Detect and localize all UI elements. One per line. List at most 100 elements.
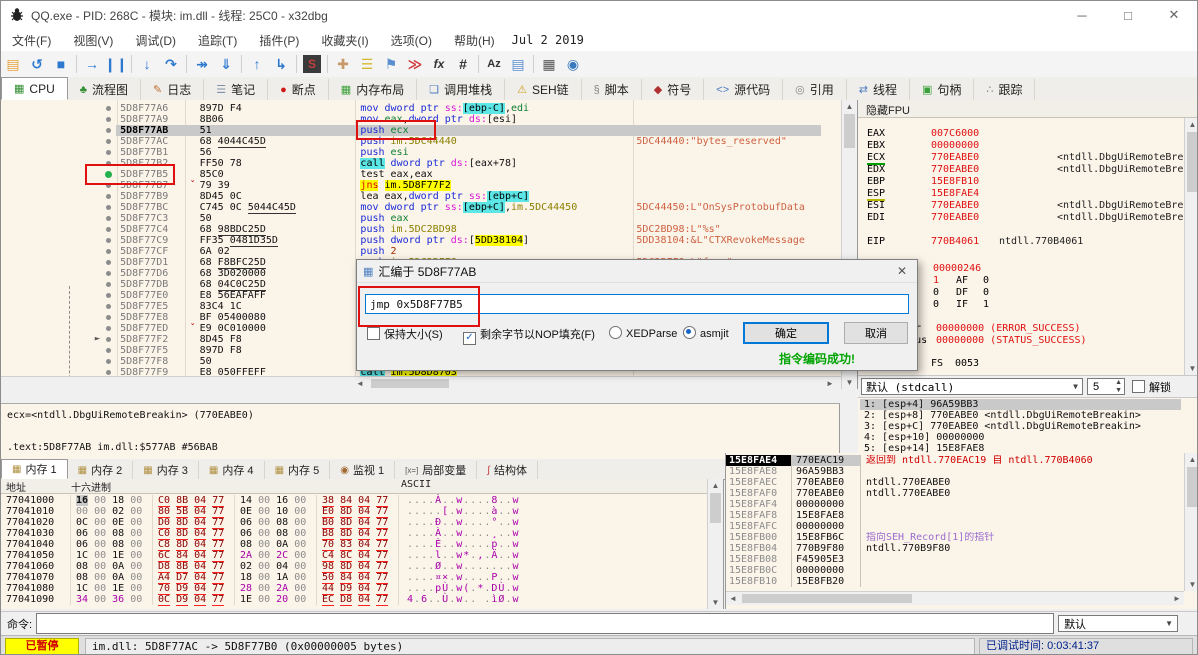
hide-fpu-header[interactable]: 隐藏FPU — [858, 100, 1197, 118]
minimize-button[interactable]: ─ — [1059, 1, 1105, 29]
dialog-close-icon[interactable]: ✕ — [887, 264, 917, 278]
comments-icon[interactable]: ☰ — [355, 53, 379, 75]
disasm-row[interactable]: 5D8F77BC C745 0C 5044C45D mov dword ptr ss… — [1, 202, 821, 214]
stack-row[interactable]: 15E8FB00 15E8FB6C 指向SEH_Record[1]的指针 — [726, 532, 1184, 543]
tab-SEH链[interactable]: ⚠ SEH链 — [505, 79, 582, 100]
pause-icon[interactable]: ❙❙ — [104, 53, 128, 75]
instruction-dot-icon[interactable] — [106, 271, 112, 276]
dump-row[interactable]: 77041000 16 00 18 00 C0 8B 04 77 14 00 16 0… — [1, 495, 707, 507]
instruction-dot-icon[interactable] — [106, 106, 112, 111]
stack-row[interactable]: 15E8FAE4 770EAC19 返回到 ntdll.770EAC19 自 ntd… — [726, 455, 1184, 466]
calculator-icon[interactable]: ▦ — [537, 53, 561, 75]
instruction-dot-icon[interactable] — [106, 337, 112, 342]
instruction-dot-icon[interactable] — [106, 227, 112, 232]
argument-row[interactable]: 1: [esp+4] 96A59BB3 — [860, 399, 1181, 410]
instruction-dot-icon[interactable] — [106, 315, 112, 320]
calling-convention-select[interactable]: 默认 (stdcall) ▼ — [861, 378, 1083, 395]
instruction-dot-icon[interactable] — [106, 249, 112, 254]
stack-hscrollbar[interactable]: ◄ ► — [726, 591, 1184, 605]
dump-row[interactable]: 77041020 0C 00 0E 00 D0 8D 04 77 06 00 08 0… — [1, 517, 707, 529]
dump-row[interactable]: 77041080 1C 00 1E 00 70 D9 04 77 28 00 2A 0… — [1, 583, 707, 595]
tab-CPU[interactable]: ▦ CPU — [1, 77, 68, 100]
register-name[interactable]: EDX — [867, 164, 885, 175]
tab-句柄[interactable]: ▣ 句柄 — [910, 79, 975, 100]
run-to-selection-icon[interactable]: ↠ — [190, 53, 214, 75]
dump-row[interactable]: 77041040 06 00 08 00 C8 8D 04 77 08 00 0A 0… — [1, 539, 707, 551]
tab-符号[interactable]: ◆ 符号 — [642, 79, 705, 100]
run-until-return-icon[interactable]: ↑ — [245, 53, 269, 75]
dump-row[interactable]: 77041030 06 00 08 00 C0 8D 04 77 06 00 08 0… — [1, 528, 707, 540]
tab-结构体[interactable]: ∫ 结构体 — [477, 461, 538, 479]
stack-row[interactable]: 15E8FB08 F45905E3 — [726, 554, 1184, 565]
registers-vscrollbar[interactable]: ▲ ▼ — [1184, 118, 1197, 375]
trace-icon[interactable]: ≫ — [403, 53, 427, 75]
disasm-row[interactable]: 5D8F77B9 8D45 0C lea eax,dword ptr ss:[ebp… — [1, 191, 821, 202]
tab-局部变量[interactable]: [x=] 局部变量 — [395, 461, 478, 479]
instruction-dot-icon[interactable] — [106, 238, 112, 243]
step-out-icon[interactable]: ⇓ — [214, 53, 238, 75]
instruction-dot-icon[interactable] — [106, 348, 112, 353]
register-name[interactable]: EBX — [867, 140, 885, 151]
tab-流程图[interactable]: ♣ 流程图 — [68, 79, 141, 100]
disasm-row[interactable]: 5D8F77CF 6A 02 push 2 — [1, 246, 821, 257]
maximize-button[interactable]: □ — [1105, 1, 1151, 29]
menu-item-d[interactable]: 调试(D) — [124, 32, 187, 49]
stack-row[interactable]: 15E8FB10 15E8FB20 — [726, 576, 1184, 587]
tab-笔记[interactable]: ☰ 笔记 — [204, 79, 269, 100]
disasm-row[interactable]: 5D8F77A6 897D F4 mov dword ptr ss:[ebp-C],… — [1, 103, 821, 114]
stack-row[interactable]: 15E8FB0C 00000000 — [726, 565, 1184, 576]
dump-row[interactable]: 77041060 08 00 0A 00 D8 8B 04 77 02 00 04 0… — [1, 561, 707, 573]
tab-线程[interactable]: ⇄ 线程 — [847, 79, 911, 100]
instruction-dot-icon[interactable] — [106, 260, 112, 265]
register-value[interactable]: 00000000 — [931, 140, 979, 151]
tab-内存 2[interactable]: ▦ 内存 2 — [68, 461, 134, 479]
disasm-row[interactable]: 5D8F77C3 50 push eax — [1, 213, 821, 224]
nop-fill-checkbox[interactable]: ✓ 剩余字节以NOP填充(F) — [463, 326, 595, 345]
stack-row[interactable]: 15E8FAF4 00000000 — [726, 499, 1184, 510]
favourites-icon[interactable]: ⚑ — [379, 53, 403, 75]
dump-vscrollbar[interactable]: ▲ ▼ — [707, 479, 723, 609]
arg-count-spinner[interactable]: 5 ▲ ▼ — [1087, 378, 1125, 395]
string-references-icon[interactable]: fx — [427, 53, 451, 75]
argument-row[interactable]: 3: [esp+C] 770EABE0 <ntdll.DbgUiRemoteBr… — [860, 421, 1181, 432]
menu-item-p[interactable]: 插件(P) — [248, 32, 310, 49]
tab-跟踪[interactable]: ∴ 跟踪 — [974, 79, 1036, 100]
step-into-icon[interactable]: ↓ — [135, 53, 159, 75]
tab-内存 5[interactable]: ▦ 内存 5 — [265, 461, 331, 479]
stack-vscrollbar[interactable]: ▲ ▼ — [1184, 453, 1197, 591]
scylla-icon[interactable]: S — [303, 55, 321, 73]
run-to-user-code-icon[interactable]: ↳ — [269, 53, 293, 75]
instruction-dot-icon[interactable] — [106, 293, 112, 298]
tab-调用堆栈[interactable]: ❏ 调用堆栈 — [417, 79, 506, 100]
instruction-dot-icon[interactable] — [106, 326, 112, 331]
disasm-row[interactable]: 5D8F77C4 68 98BDC25D push im.5DC2BD98 5DC2B… — [1, 224, 821, 236]
keep-size-checkbox[interactable]: 保持大小(S) — [367, 326, 443, 342]
stack-row[interactable]: 15E8FAFC 00000000 — [726, 521, 1184, 532]
tab-断点[interactable]: ● 断点 — [268, 79, 329, 100]
stack-row[interactable]: 15E8FAE8 96A59BB3 — [726, 466, 1184, 477]
stack-row[interactable]: 15E8FAEC 770EABE0 ntdll.770EABE0 — [726, 477, 1184, 488]
xedparse-radio[interactable]: XEDParse — [609, 326, 677, 340]
instruction-dot-icon[interactable] — [106, 139, 112, 144]
dump-row[interactable]: 77041090 34 00 36 00 0C D9 04 77 1E 00 20 0… — [1, 594, 707, 606]
close-button[interactable]: ✕ — [1151, 1, 1197, 29]
register-name[interactable]: EDI — [867, 212, 885, 223]
tab-内存布局[interactable]: ▦ 内存布局 — [329, 79, 418, 100]
dialog-title-bar[interactable]: ▦ 汇编于 5D8F77AB ✕ — [357, 260, 917, 283]
stop-icon[interactable]: ■ — [49, 53, 73, 75]
tab-内存 4[interactable]: ▦ 内存 4 — [199, 461, 265, 479]
menu-item-i[interactable]: 收藏夹(I) — [310, 32, 379, 49]
restart-icon[interactable]: ↺ — [25, 53, 49, 75]
register-name[interactable]: EBP — [867, 176, 885, 187]
instruction-dot-icon[interactable] — [106, 117, 112, 122]
attach-icon[interactable]: ▤ — [506, 53, 530, 75]
dump-row[interactable]: 77041070 08 00 0A 00 A4 D7 04 77 18 00 1A 0… — [1, 572, 707, 584]
register-value[interactable]: 007C6000 — [931, 128, 979, 139]
instruction-dot-icon[interactable] — [106, 194, 112, 199]
menu-item-t[interactable]: 追踪(T) — [187, 32, 248, 49]
tab-日志[interactable]: ✎ 日志 — [141, 79, 205, 100]
register-value[interactable]: 770EABE0 — [931, 164, 979, 175]
stack-row[interactable]: 15E8FAF0 770EABE0 ntdll.770EABE0 — [726, 488, 1184, 499]
menu-item-o[interactable]: 选项(O) — [380, 32, 443, 49]
tab-内存 3[interactable]: ▦ 内存 3 — [133, 461, 199, 479]
